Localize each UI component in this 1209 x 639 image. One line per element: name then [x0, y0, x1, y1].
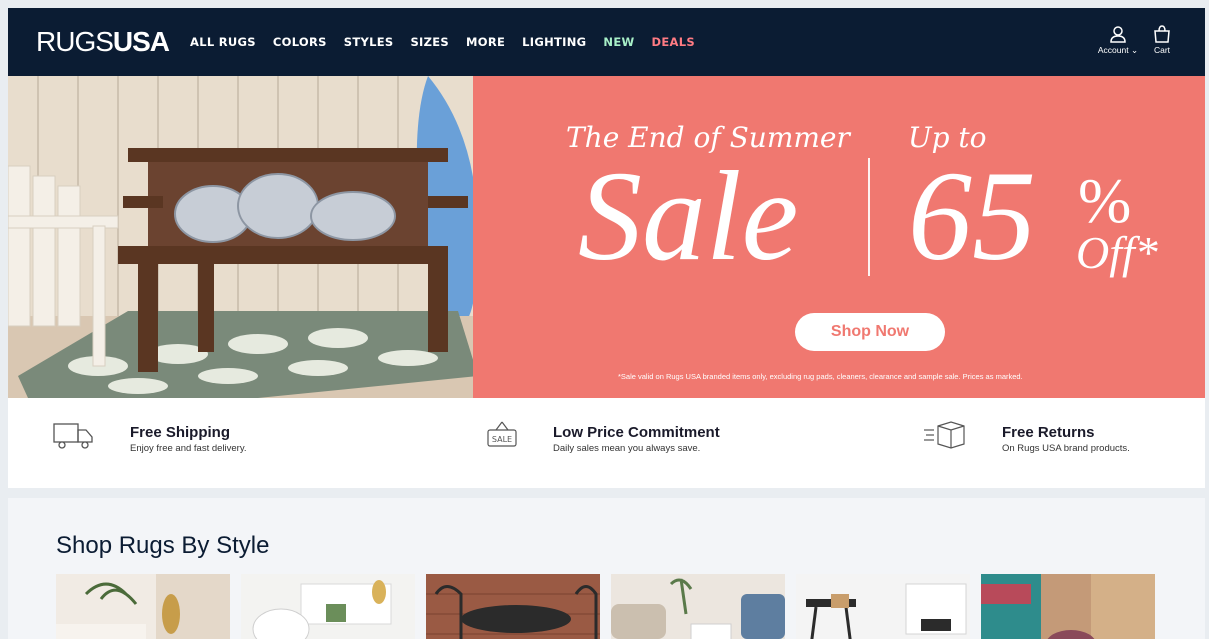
site-header: RUGSUSA ALL RUGS COLORS STYLES SIZES MOR…: [8, 8, 1205, 76]
hero-sale-text: Sale: [578, 145, 799, 287]
style-tile[interactable]: [241, 574, 415, 639]
style-tile-image: [56, 574, 230, 639]
style-tile-image: [611, 574, 785, 639]
svg-text:SALE: SALE: [492, 435, 512, 444]
chevron-down-icon: ⌄: [1130, 45, 1139, 55]
feature-title: Low Price Commitment: [553, 424, 720, 441]
style-tile-image: [981, 574, 1155, 639]
style-tile[interactable]: [56, 574, 230, 639]
feature-title: Free Shipping: [130, 424, 231, 441]
hero-banner[interactable]: The End of Summer Up to Sale 65 % Off* S…: [8, 76, 1205, 398]
feature-subtitle: Enjoy free and fast delivery.: [130, 443, 247, 454]
shop-by-style-section: Shop Rugs By Style: [8, 498, 1205, 639]
feature-title: Free Returns: [1002, 424, 1095, 441]
nav-all-rugs[interactable]: ALL RUGS: [190, 34, 256, 50]
hero-divider: [868, 158, 870, 276]
hero-percent-sign: %: [1078, 165, 1132, 236]
shop-now-button[interactable]: Shop Now: [795, 313, 945, 351]
nav-styles[interactable]: STYLES: [344, 34, 394, 50]
cart-button[interactable]: Cart: [1150, 25, 1174, 55]
style-tile[interactable]: [981, 574, 1155, 639]
features-bar: Free Shipping Enjoy free and fast delive…: [8, 398, 1205, 488]
site-logo[interactable]: RUGSUSA: [36, 26, 170, 57]
feature-subtitle: Daily sales mean you always save.: [553, 443, 701, 454]
logo-part-usa: USA: [112, 26, 170, 57]
nav-lighting[interactable]: LIGHTING: [522, 34, 586, 50]
hero-percent: 65: [908, 145, 1036, 287]
hero-photo: [8, 76, 478, 398]
sale-sign-icon: SALE: [487, 421, 517, 447]
account-menu[interactable]: Account ⌄: [1096, 25, 1140, 56]
cart-label: Cart: [1153, 45, 1171, 55]
style-tile-image: [796, 574, 970, 639]
style-tile-image: [426, 574, 600, 639]
nav-more[interactable]: MORE: [466, 34, 505, 50]
main-nav: ALL RUGS COLORS STYLES SIZES MORE LIGHTI…: [190, 34, 712, 50]
return-box-icon: [924, 421, 965, 449]
user-icon: [1110, 26, 1126, 43]
style-tile[interactable]: [426, 574, 600, 639]
style-tile-image: [241, 574, 415, 639]
nav-new[interactable]: NEW: [603, 34, 634, 50]
hero-fineprint: *Sale valid on Rugs USA branded items on…: [618, 372, 1023, 381]
style-tile[interactable]: [611, 574, 785, 639]
bench-scene-illustration: [8, 76, 478, 398]
hero-off: Off*: [1076, 227, 1158, 278]
logo-part-rugs: RUGS: [36, 26, 114, 57]
truck-icon: [53, 423, 93, 449]
nav-deals[interactable]: DEALS: [652, 34, 695, 50]
shopping-bag-icon: [1154, 25, 1170, 43]
nav-colors[interactable]: COLORS: [273, 34, 327, 50]
account-label: Account: [1097, 45, 1129, 55]
page: RUGSUSA ALL RUGS COLORS STYLES SIZES MOR…: [8, 8, 1205, 639]
feature-subtitle: On Rugs USA brand products.: [1002, 443, 1130, 454]
nav-sizes[interactable]: SIZES: [410, 34, 449, 50]
section-title: Shop Rugs By Style: [56, 532, 270, 559]
style-tile[interactable]: [796, 574, 970, 639]
